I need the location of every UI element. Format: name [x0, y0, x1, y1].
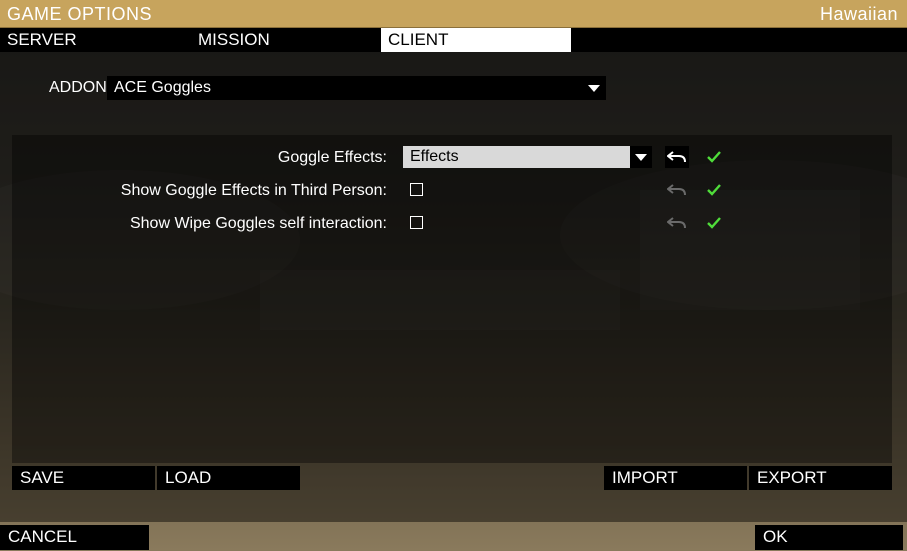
reset-goggle-effects-button[interactable]	[665, 146, 689, 168]
addon-value: ACE Goggles	[114, 79, 211, 96]
cancel-button[interactable]: CANCEL	[0, 525, 149, 550]
reset-wipe-goggles-button[interactable]	[665, 212, 689, 234]
goggle-effects-label: Goggle Effects:	[277, 149, 387, 166]
window-title: GAME OPTIONS	[7, 4, 153, 24]
check-icon	[707, 217, 721, 229]
dropdown-button[interactable]	[630, 146, 652, 168]
wipe-goggles-checkbox[interactable]	[410, 216, 423, 229]
save-button[interactable]: SAVE	[12, 466, 155, 490]
wipe-goggles-label: Show Wipe Goggles self interaction:	[129, 215, 387, 232]
undo-icon	[667, 217, 686, 229]
undo-icon	[667, 184, 686, 196]
reset-third-person-button[interactable]	[665, 179, 689, 201]
title-bar: GAME OPTIONS Hawaiian	[0, 0, 907, 28]
load-button[interactable]: LOAD	[157, 466, 300, 490]
third-person-label: Show Goggle Effects in Third Person:	[120, 182, 387, 199]
addon-label: ADDON:	[49, 79, 112, 96]
tab-mission[interactable]: MISSION	[191, 28, 381, 52]
addon-dropdown[interactable]: ACE Goggles	[107, 76, 606, 100]
export-button[interactable]: EXPORT	[749, 466, 892, 490]
check-icon	[707, 184, 721, 196]
undo-icon	[667, 151, 686, 163]
tab-bar: SERVER MISSION CLIENT	[0, 28, 907, 52]
goggle-effects-value: Effects	[410, 148, 459, 165]
third-person-checkbox[interactable]	[410, 183, 423, 196]
tab-client[interactable]: CLIENT	[381, 28, 571, 52]
chevron-down-icon	[588, 85, 600, 92]
tab-server[interactable]: SERVER	[0, 28, 190, 52]
user-name: Hawaiian	[819, 4, 898, 24]
goggle-effects-dropdown[interactable]: Effects	[403, 146, 652, 168]
chevron-down-icon	[635, 154, 647, 161]
import-button[interactable]: IMPORT	[604, 466, 747, 490]
ok-button[interactable]: OK	[755, 525, 903, 550]
check-icon	[707, 151, 721, 163]
